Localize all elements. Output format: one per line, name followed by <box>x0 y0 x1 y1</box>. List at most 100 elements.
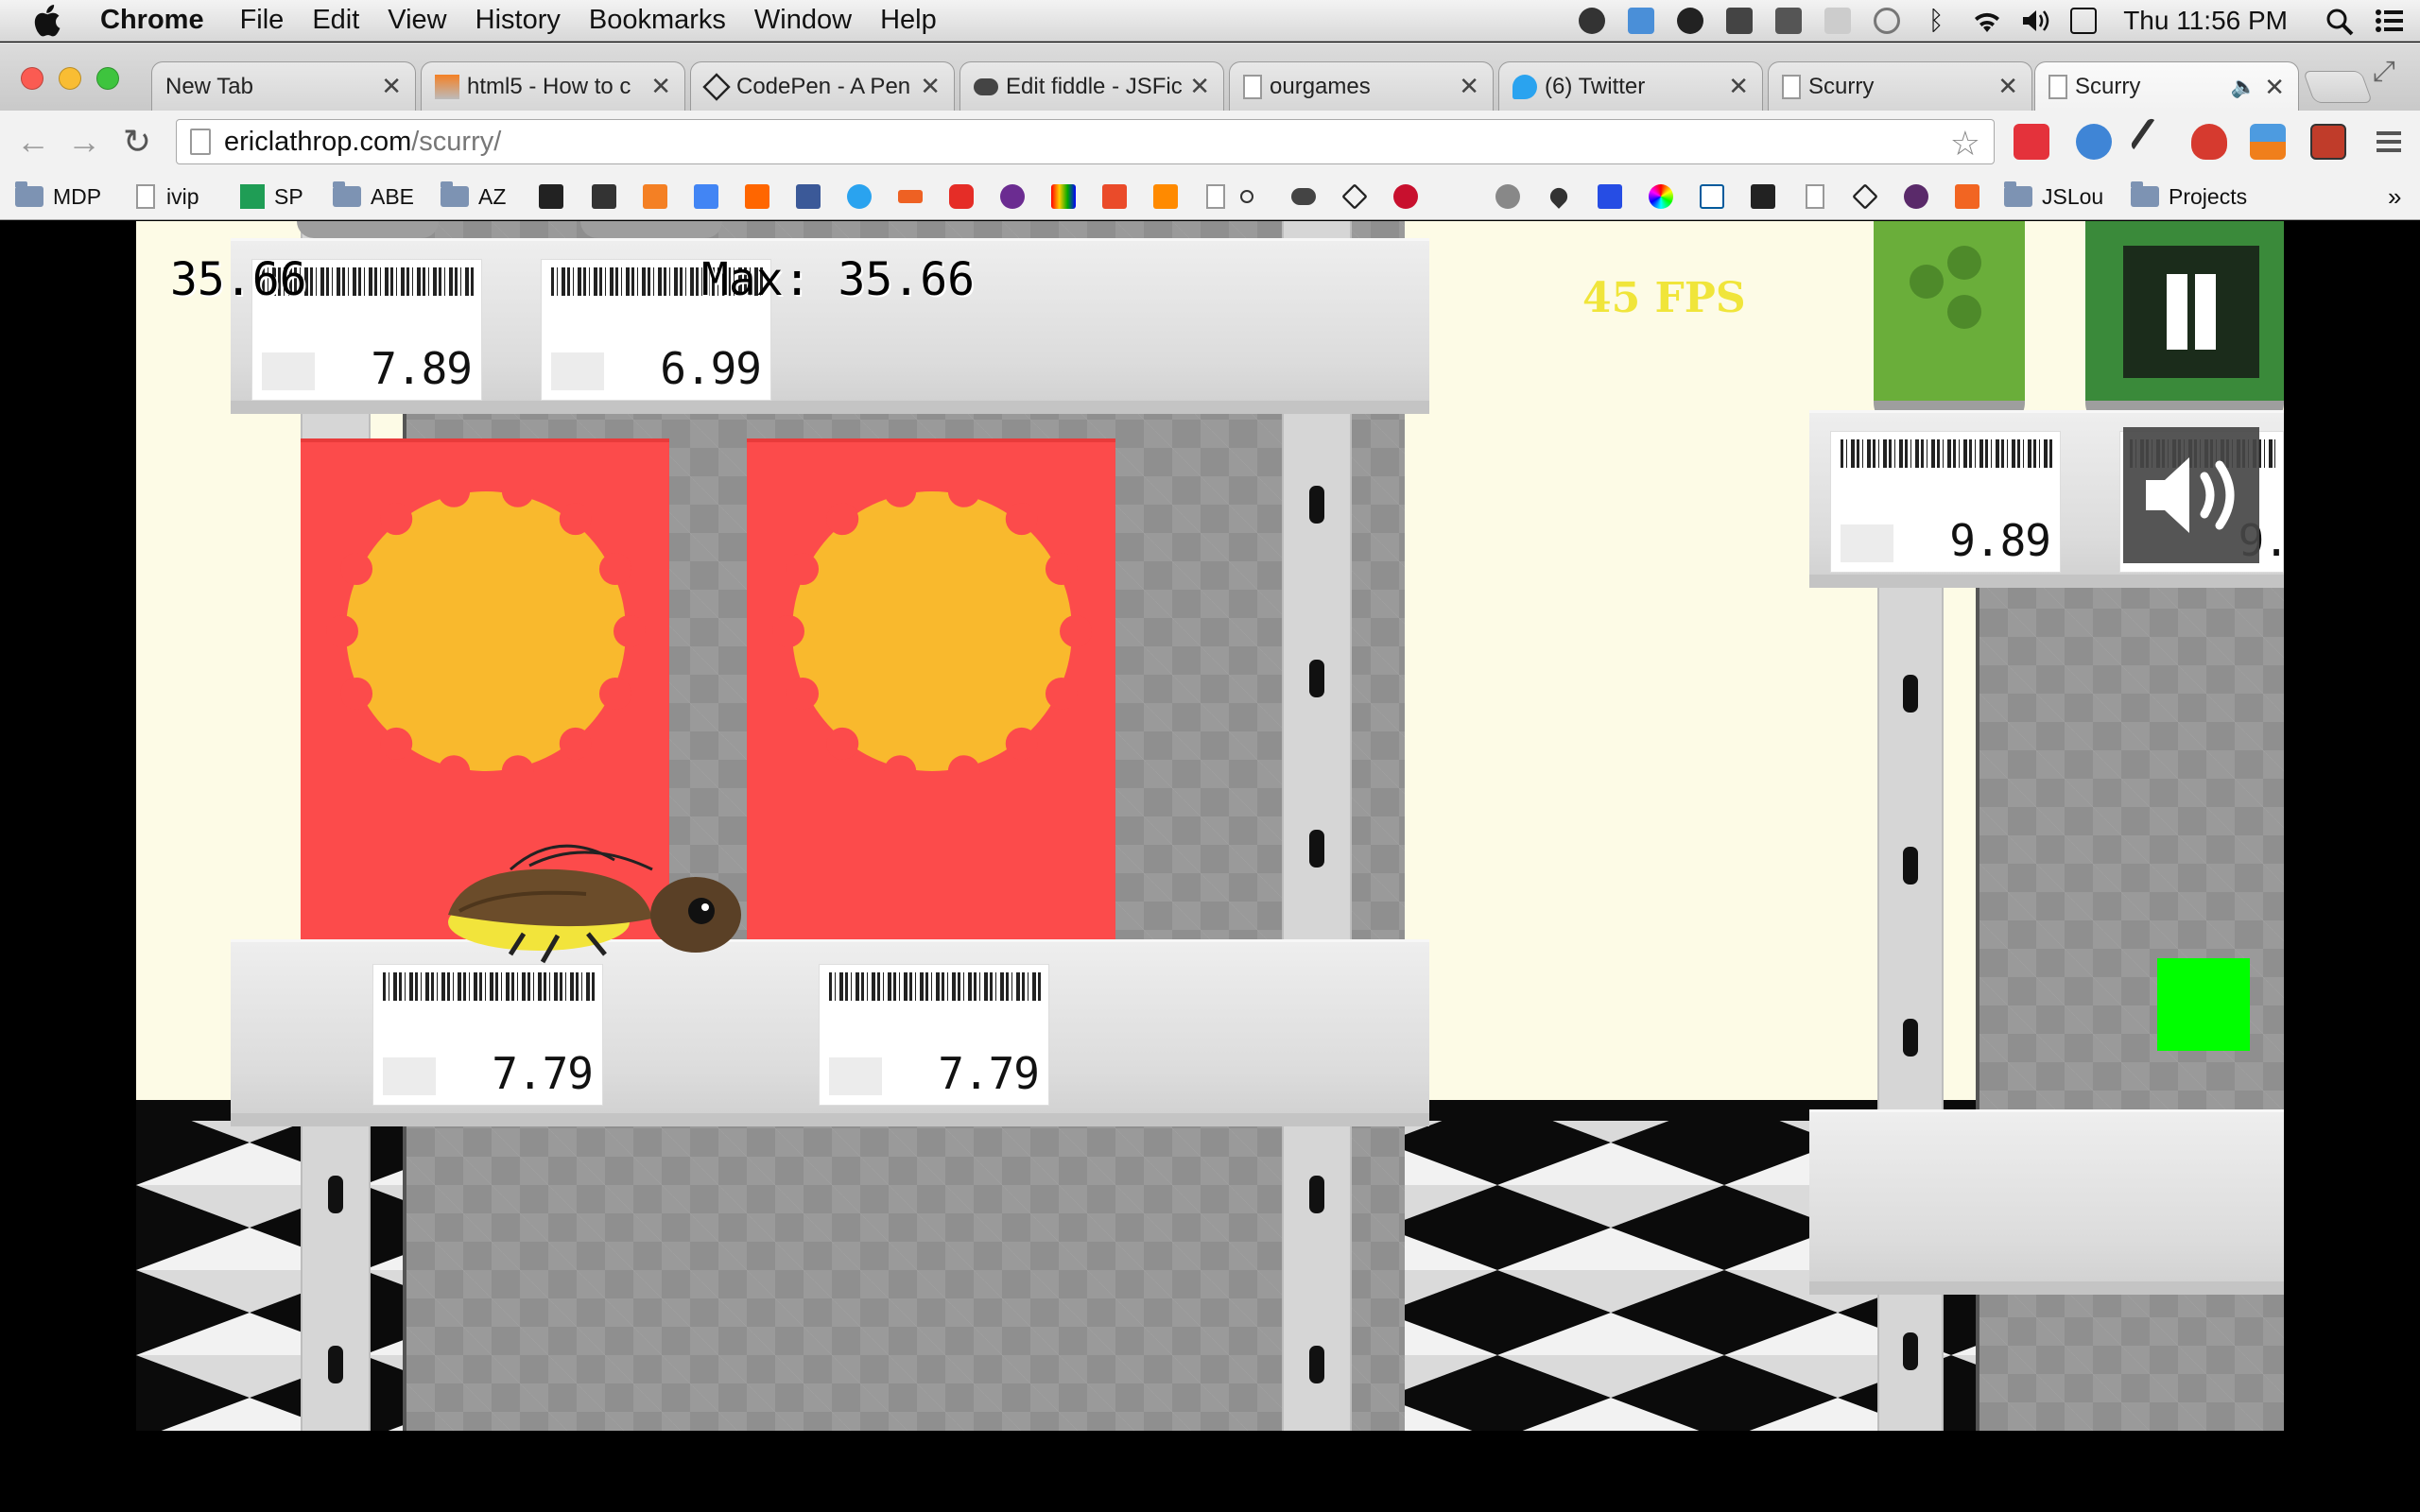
sound-toggle-button[interactable] <box>2123 427 2259 563</box>
p-icon[interactable] <box>1751 184 1775 209</box>
css3-icon[interactable] <box>1598 184 1622 209</box>
tab-title: (6) Twitter <box>1545 73 1646 99</box>
evernote-e-icon[interactable] <box>1677 8 1704 34</box>
forward-arrow-icon[interactable]: → <box>64 122 104 162</box>
tab-close-icon[interactable]: ✕ <box>650 72 671 101</box>
red-circle-icon[interactable] <box>1393 184 1418 209</box>
tab-new-tab[interactable]: New Tab ✕ <box>151 61 416 111</box>
tab-close-icon[interactable]: ✕ <box>1459 72 1479 101</box>
bookmark-folder-jslou[interactable]: JSLou <box>2004 180 2103 213</box>
menu-file[interactable]: File <box>240 5 285 36</box>
bluetooth-icon[interactable]: ᛒ <box>1923 8 1949 34</box>
menu-edit[interactable]: Edit <box>312 5 359 36</box>
activity-monitor-icon[interactable] <box>2070 8 2098 34</box>
window-minimize-button[interactable] <box>59 67 81 90</box>
bookmark-folder-abe[interactable]: ABE <box>333 180 414 213</box>
toolbox-icon[interactable] <box>1051 184 1076 209</box>
tag-swatch <box>551 352 604 390</box>
tab-close-icon[interactable]: ✕ <box>920 72 941 101</box>
evernote-icon[interactable] <box>1775 8 1803 34</box>
menu-clock[interactable]: Thu 11:56 PM <box>2123 6 2288 36</box>
new-tab-button[interactable] <box>2302 71 2374 103</box>
tag-swatch <box>383 1057 436 1095</box>
bookmarks-overflow-chevron-icon[interactable]: » <box>2388 180 2401 213</box>
menu-window[interactable]: Window <box>754 5 852 36</box>
stackoverflow-icon[interactable] <box>643 184 667 209</box>
apple-icon[interactable] <box>32 0 85 42</box>
tab-ourgames[interactable]: ourgames ✕ <box>1229 61 1494 111</box>
bookmark-star-icon[interactable]: ☆ <box>1950 124 1980 163</box>
fullscreen-icon[interactable]: ⤢ <box>2373 56 2395 88</box>
bookmark-folder-projects[interactable]: Projects <box>2131 180 2247 213</box>
spotlight-search-icon[interactable] <box>2325 8 2354 36</box>
twitter-icon[interactable] <box>847 184 872 209</box>
medium-m-icon[interactable] <box>539 184 563 209</box>
globe-icon[interactable] <box>1495 184 1520 209</box>
zero-icon[interactable] <box>1153 184 1178 209</box>
tab-stackoverflow[interactable]: html5 - How to c ✕ <box>421 61 685 111</box>
adblock-hand-icon[interactable] <box>2191 124 2227 160</box>
back-arrow-icon[interactable]: ← <box>13 122 53 162</box>
facebook-icon[interactable] <box>796 184 821 209</box>
tab-scurry[interactable]: Scurry ✕ <box>1768 61 2032 111</box>
pin-icon[interactable] <box>1240 190 1253 203</box>
wifi-icon[interactable] <box>1972 8 2000 34</box>
fork-icon[interactable] <box>1726 8 1754 34</box>
time-machine-icon[interactable] <box>1874 8 1901 34</box>
tab-twitter[interactable]: (6) Twitter ✕ <box>1498 61 1763 111</box>
window-zoom-button[interactable] <box>96 67 119 90</box>
jsfiddle-cloud-icon[interactable] <box>1291 188 1316 205</box>
menu-history[interactable]: History <box>475 5 561 36</box>
octopus-icon[interactable] <box>1904 184 1928 209</box>
menu-help[interactable]: Help <box>880 5 937 36</box>
notification-center-icon[interactable] <box>2375 8 2403 34</box>
youtube-icon[interactable] <box>949 184 974 209</box>
peace-icon[interactable] <box>1000 184 1025 209</box>
window-close-button[interactable] <box>21 67 43 90</box>
chart-icon[interactable] <box>1955 184 1979 209</box>
lastpass-extension-icon[interactable] <box>2014 124 2049 160</box>
google-icon[interactable] <box>694 184 718 209</box>
bitly-icon[interactable] <box>898 190 923 203</box>
bookmark-folder-az[interactable]: AZ <box>441 180 506 213</box>
address-bar[interactable]: ericlathrop.com /scurry/ ☆ <box>176 119 1995 164</box>
hacker-news-icon[interactable] <box>745 184 769 209</box>
cp-icon[interactable] <box>1444 184 1469 209</box>
bookmark-sp[interactable]: SP <box>240 180 303 213</box>
plus-icon[interactable] <box>1102 184 1127 209</box>
terminal-icon[interactable] <box>592 184 616 209</box>
list-icon[interactable] <box>1824 8 1852 34</box>
bookmark-folder-mdp[interactable]: MDP <box>15 180 101 213</box>
eyedropper-extension-icon[interactable] <box>2129 116 2180 167</box>
alien-icon[interactable] <box>1579 8 1606 34</box>
reload-icon[interactable]: ↻ <box>117 122 157 162</box>
price-tag: 7.79 <box>819 964 1049 1106</box>
tab-close-icon[interactable]: ✕ <box>1997 72 2018 101</box>
tab-jsfiddle[interactable]: Edit fiddle - JSFic ✕ <box>959 61 1224 111</box>
game-canvas[interactable]: 7.89 6.99 7.79 7.79 9.89 9. 35.66 Max: 3… <box>136 221 2284 1431</box>
page-icon[interactable] <box>1806 184 1824 209</box>
dropbox-icon[interactable] <box>1628 8 1655 34</box>
tab-scurry-active[interactable]: Scurry 🔈 ✕ <box>2034 61 2299 112</box>
tab-close-icon[interactable]: ✕ <box>2264 73 2285 102</box>
codepen-icon[interactable] <box>1852 183 1878 210</box>
menu-app-name[interactable]: Chrome <box>100 5 204 36</box>
tab-close-icon[interactable]: ✕ <box>1728 72 1749 101</box>
tab-close-icon[interactable]: ✕ <box>1189 72 1210 101</box>
new-extension-icon[interactable] <box>2250 124 2286 160</box>
target-extension-icon[interactable] <box>2076 124 2112 160</box>
s-extension-icon[interactable] <box>2310 124 2346 160</box>
tab-close-icon[interactable]: ✕ <box>381 72 402 101</box>
menu-bookmarks[interactable]: Bookmarks <box>589 5 726 36</box>
w3c-icon[interactable] <box>1700 184 1724 209</box>
chrome-menu-icon[interactable] <box>2371 124 2407 160</box>
codepen-icon[interactable] <box>1341 183 1368 210</box>
heart-icon[interactable] <box>1547 184 1571 209</box>
menu-view[interactable]: View <box>388 5 446 36</box>
pause-button[interactable] <box>2123 246 2259 378</box>
color-wheel-icon[interactable] <box>1649 184 1673 209</box>
page-icon[interactable] <box>1206 184 1225 209</box>
bookmark-ivip[interactable]: ivip <box>136 180 199 213</box>
volume-icon[interactable] <box>2021 8 2049 34</box>
tab-codepen[interactable]: CodePen - A Pen ✕ <box>690 61 955 111</box>
